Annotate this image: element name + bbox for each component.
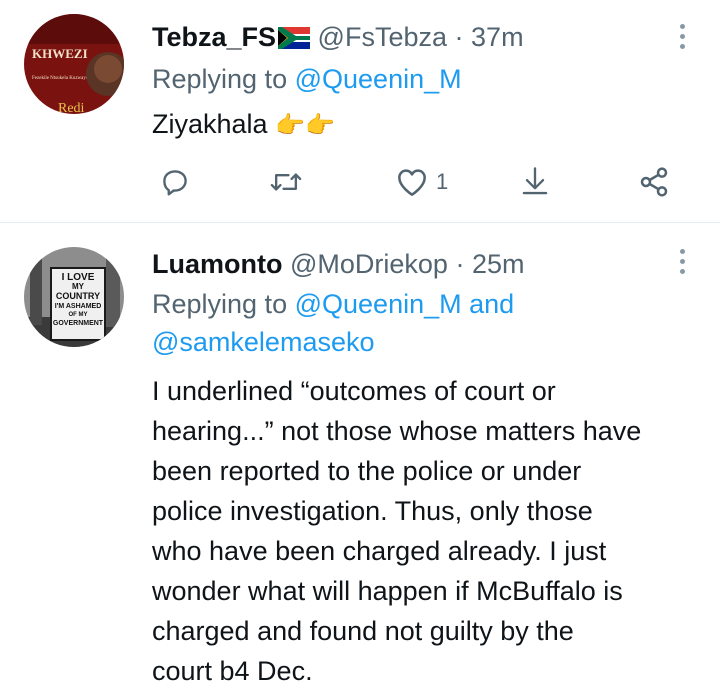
handle[interactable]: @FsTebza <box>318 22 447 52</box>
tweet-text-content: Ziyakhala <box>152 109 268 139</box>
retweet-icon <box>270 173 302 191</box>
pointing-right-emoji: 👉👉 <box>275 112 335 139</box>
tweet-line: been reported to the police or under <box>152 456 582 486</box>
avatar-cover-title: KHWEZI <box>32 46 88 61</box>
replying-label: Replying to <box>152 64 288 94</box>
replying-and: and <box>469 289 515 319</box>
like-count: 1 <box>436 169 449 194</box>
share-button[interactable] <box>638 160 670 204</box>
separator: · <box>455 249 465 279</box>
display-name[interactable]: Tebza_FS <box>152 22 276 52</box>
tweet-text: I underlined “outcomes of court or heari… <box>152 371 712 691</box>
replying-label: Replying to <box>152 289 288 319</box>
bookmark-download-icon <box>522 167 548 195</box>
reply-button[interactable] <box>160 160 190 204</box>
tweet-2[interactable]: I LOVE MY COUNTRY I'M ASHAMED OF MY GOVE… <box>0 223 720 689</box>
heart-icon <box>398 169 426 196</box>
tweet-line: charged and found not guilty by the <box>152 616 574 646</box>
avatar-cover-subtitle: Fezekile Ntsukela Kuzwayo <box>32 76 89 81</box>
display-name[interactable]: Luamonto <box>152 249 282 279</box>
timestamp[interactable]: 37m <box>471 22 524 52</box>
retweet-button[interactable] <box>270 160 302 204</box>
south-africa-flag-icon <box>278 23 311 57</box>
sign-line-5: OF MY <box>69 312 88 318</box>
replying-to: Replying to @Queenin_M <box>152 60 462 98</box>
more-vertical-icon[interactable] <box>678 24 686 49</box>
tweet-line: I underlined “outcomes of court or <box>152 376 556 406</box>
handle[interactable]: @MoDriekop <box>290 249 448 279</box>
sign-line-3: COUNTRY <box>56 291 100 301</box>
replying-to: Replying to @Queenin_M and @samkelemasek… <box>152 285 692 361</box>
tweet-line: police investigation. Thus, only those <box>152 496 593 526</box>
tweet-text: Ziyakhala 👉👉 <box>152 104 335 146</box>
tweet-1[interactable]: KHWEZI Fezekile Ntsukela Kuzwayo Redi Te… <box>0 0 720 222</box>
timestamp[interactable]: 25m <box>472 249 525 279</box>
tweet-line: hearing...” not those whose matters have <box>152 416 642 446</box>
avatar-tebza[interactable]: KHWEZI Fezekile Ntsukela Kuzwayo Redi <box>24 14 124 114</box>
avatar-cover-author: Redi <box>58 101 85 114</box>
reply-icon <box>163 170 187 196</box>
share-icon <box>640 167 668 197</box>
tweet-line: who have been charged already. I just <box>152 536 607 566</box>
mention-queenin[interactable]: @Queenin_M <box>295 64 462 94</box>
sign-line-4: I'M ASHAMED <box>55 303 102 310</box>
avatar-luamonto[interactable]: I LOVE MY COUNTRY I'M ASHAMED OF MY GOVE… <box>24 247 124 347</box>
tweet-actions: 1 <box>152 160 692 204</box>
bookmark-button[interactable] <box>520 160 550 204</box>
sign-line-2: MY <box>72 282 85 291</box>
more-vertical-icon[interactable] <box>678 249 686 274</box>
tweet-line: wonder what will happen if McBuffalo is <box>152 576 623 606</box>
tweet-line: court b4 Dec. <box>152 656 313 686</box>
sign-line-6: GOVERNMENT <box>53 320 104 327</box>
mention-queenin[interactable]: @Queenin_M <box>295 289 462 319</box>
tweet-header: Luamonto @MoDriekop · 25m <box>152 247 525 281</box>
like-button[interactable]: 1 <box>396 160 448 204</box>
separator: · <box>454 22 464 52</box>
tweet-header: Tebza_FS @FsTebza · 37m <box>152 20 524 57</box>
mention-samkelemaseko[interactable]: @samkelemaseko <box>152 327 375 357</box>
